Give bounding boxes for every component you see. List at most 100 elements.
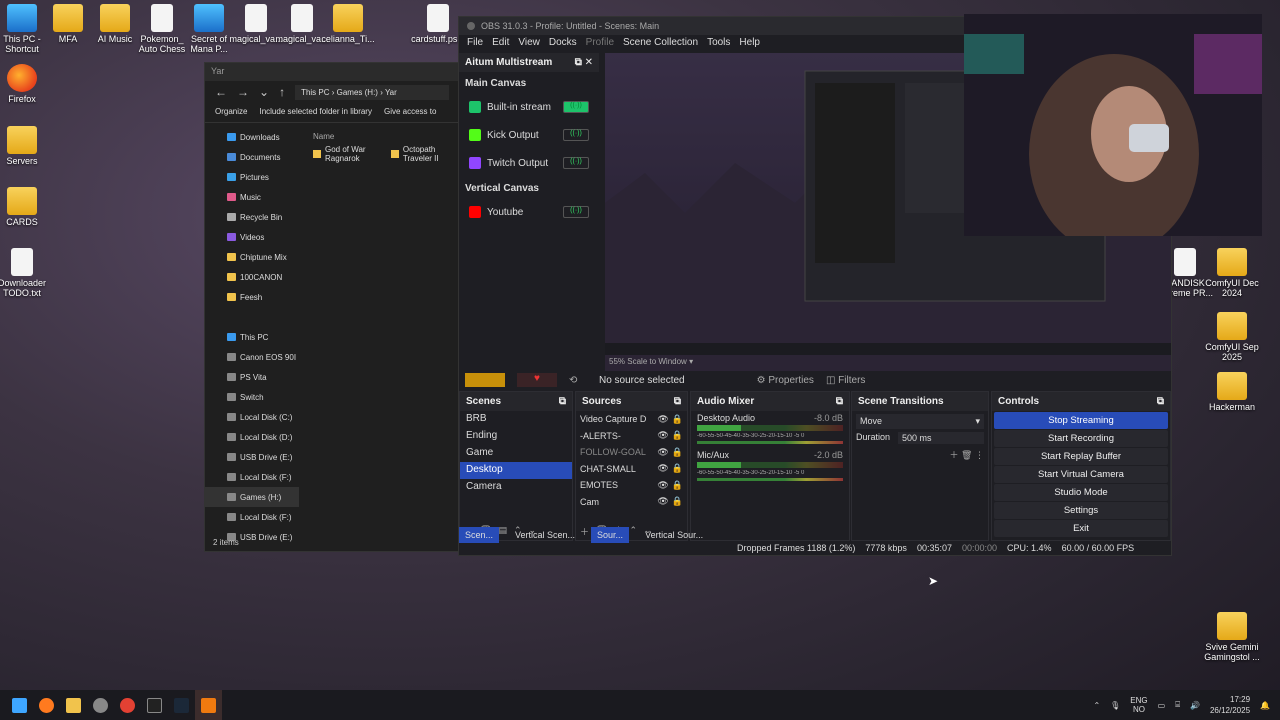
terminal-taskbar-icon[interactable] (141, 690, 168, 720)
mic-icon[interactable]: 🎙 (1110, 701, 1120, 710)
firefox-taskbar-icon[interactable] (33, 690, 60, 720)
lock-icon[interactable]: 🔒 (672, 414, 683, 425)
desktop-icon[interactable]: Servers (0, 126, 52, 166)
tree-item[interactable]: USB Drive (E:) (205, 447, 299, 467)
volume-icon[interactable]: 🔊 (1190, 701, 1200, 710)
desktop-icon[interactable]: CARDS (0, 187, 52, 227)
lock-icon[interactable]: 🔒 (672, 447, 683, 458)
tree-item[interactable]: Local Disk (F:) (205, 467, 299, 487)
trash-icon[interactable]: 🗑 (961, 450, 972, 460)
heart-icon[interactable]: ♥ (517, 373, 557, 387)
forward-arrow-icon[interactable]: → (237, 85, 249, 99)
desktop-icon[interactable]: Downloader TODO.txt (0, 248, 52, 298)
filters-button[interactable]: ◫ Filters (826, 375, 865, 386)
eye-icon[interactable]: 👁 (657, 480, 668, 491)
stream-toggle[interactable]: ((·)) (563, 101, 589, 113)
list-item[interactable]: God of War Ragnarok (313, 145, 387, 163)
dock-tab[interactable]: Vertical Sour... (639, 527, 709, 543)
settings-taskbar-icon[interactable] (87, 690, 114, 720)
vlc-taskbar-icon[interactable] (195, 690, 222, 720)
close-icon[interactable]: ⧉ ✕ (575, 57, 593, 68)
lock-icon[interactable]: 🔒 (672, 463, 683, 474)
transition-select[interactable]: Move ▾ (856, 414, 984, 429)
include-library-button[interactable]: Include selected folder in library (259, 107, 372, 118)
tree-item[interactable]: Switch (205, 387, 299, 407)
start-recording-button[interactable]: Start Recording (994, 430, 1168, 447)
tree-item[interactable]: Recycle Bin (205, 207, 299, 227)
stream-toggle[interactable]: ((·)) (563, 157, 589, 169)
eye-icon[interactable]: 👁 (657, 430, 668, 441)
more-icon[interactable]: ⋮ (975, 450, 984, 460)
tree-item[interactable]: Pictures (205, 167, 299, 187)
tree-item[interactable]: Chiptune Mix (205, 247, 299, 267)
language-indicator[interactable]: ENG NO (1130, 696, 1147, 714)
scene-item[interactable]: Game (460, 445, 572, 462)
scene-item[interactable]: Desktop (460, 462, 572, 479)
chevron-up-icon[interactable]: ⌃ (1093, 701, 1100, 710)
tree-item[interactable]: Documents (205, 147, 299, 167)
start-button[interactable] (6, 690, 33, 720)
undock-icon[interactable]: ⧉ (559, 396, 566, 407)
refresh-icon[interactable]: ⟲ (569, 375, 587, 386)
file-explorer-window[interactable]: Yar ← → ⌄ ↑ This PC › Games (H:) › Yar O… (204, 62, 460, 552)
list-item[interactable]: Octopath Traveler II (390, 145, 459, 163)
menu-item[interactable]: Docks (549, 37, 577, 51)
explorer-taskbar-icon[interactable] (60, 690, 87, 720)
lock-icon[interactable]: 🔒 (672, 430, 683, 441)
studio-mode-button[interactable]: Studio Mode (994, 484, 1168, 501)
menu-item[interactable]: Scene Collection (623, 37, 698, 51)
tree-item[interactable]: Local Disk (D:) (205, 427, 299, 447)
eye-icon[interactable]: 👁 (657, 463, 668, 474)
lock-icon[interactable]: 🔒 (672, 480, 683, 491)
tree-item[interactable]: Canon EOS 90I (205, 347, 299, 367)
scale-mode-select[interactable]: Scale to Window (627, 357, 687, 366)
exit-button[interactable]: Exit (994, 520, 1168, 537)
monitor-icon[interactable]: ▭ (1158, 701, 1166, 710)
desktop-icon[interactable]: ComfyUI Sep 2025 (1202, 312, 1262, 362)
lock-icon[interactable]: 🔒 (672, 496, 683, 507)
add-icon[interactable]: ＋ (950, 450, 959, 460)
duration-input[interactable]: 500 ms (898, 432, 984, 444)
menu-item[interactable]: File (467, 37, 483, 51)
tree-item[interactable]: Feesh (205, 287, 299, 307)
source-item[interactable]: Cam 👁 🔒 (576, 494, 687, 511)
eye-icon[interactable]: 👁 (657, 496, 668, 507)
start-replay-buffer-button[interactable]: Start Replay Buffer (994, 448, 1168, 465)
tree-item[interactable]: This PC (205, 327, 299, 347)
chevron-down-icon[interactable]: ▾ (689, 357, 693, 366)
scene-item[interactable]: BRB (460, 411, 572, 428)
dock-tab[interactable]: Sour... (591, 527, 630, 543)
undock-icon[interactable]: ⧉ (836, 396, 843, 407)
desktop-icon[interactable]: Svive Gemini Gamingstol ... (1202, 612, 1262, 662)
source-item[interactable]: -ALERTS- 👁 🔒 (576, 428, 687, 445)
menu-item[interactable]: Tools (707, 37, 730, 51)
tree-item[interactable]: Local Disk (C:) (205, 407, 299, 427)
volume-slider[interactable] (697, 478, 843, 481)
tree-item[interactable]: PS Vita (205, 367, 299, 387)
source-item[interactable]: EMOTES 👁 🔒 (576, 477, 687, 494)
up-arrow-icon[interactable]: ↑ (279, 85, 285, 99)
chrome-taskbar-icon[interactable] (114, 690, 141, 720)
source-item[interactable]: FOLLOW-GOAL 👁 🔒 (576, 444, 687, 461)
undock-icon[interactable]: ⧉ (1157, 396, 1164, 407)
eye-icon[interactable]: 👁 (657, 414, 668, 425)
tree-item[interactable]: Local Disk (F:) (205, 507, 299, 527)
settings-button[interactable]: Settings (994, 502, 1168, 519)
back-arrow-icon[interactable]: ← (215, 85, 227, 99)
scene-item[interactable]: Ending (460, 428, 572, 445)
start-virtual-camera-button[interactable]: Start Virtual Camera (994, 466, 1168, 483)
undock-icon[interactable]: ⧉ (674, 396, 681, 407)
organize-button[interactable]: Organize (215, 107, 247, 118)
eye-icon[interactable]: 👁 (657, 447, 668, 458)
column-header-name[interactable]: Name (313, 127, 459, 145)
dock-tab[interactable]: Vertical Scen... (509, 527, 581, 543)
notification-icon[interactable]: 🔔 (1260, 701, 1270, 710)
tree-item[interactable]: 100CANON (205, 267, 299, 287)
menu-item[interactable]: View (518, 37, 540, 51)
menu-item[interactable]: Help (739, 37, 760, 51)
stream-toggle[interactable]: ((·)) (563, 129, 589, 141)
steam-taskbar-icon[interactable] (168, 690, 195, 720)
volume-slider[interactable] (697, 441, 843, 444)
menu-item[interactable]: Edit (492, 37, 509, 51)
tree-item[interactable]: Downloads (205, 127, 299, 147)
